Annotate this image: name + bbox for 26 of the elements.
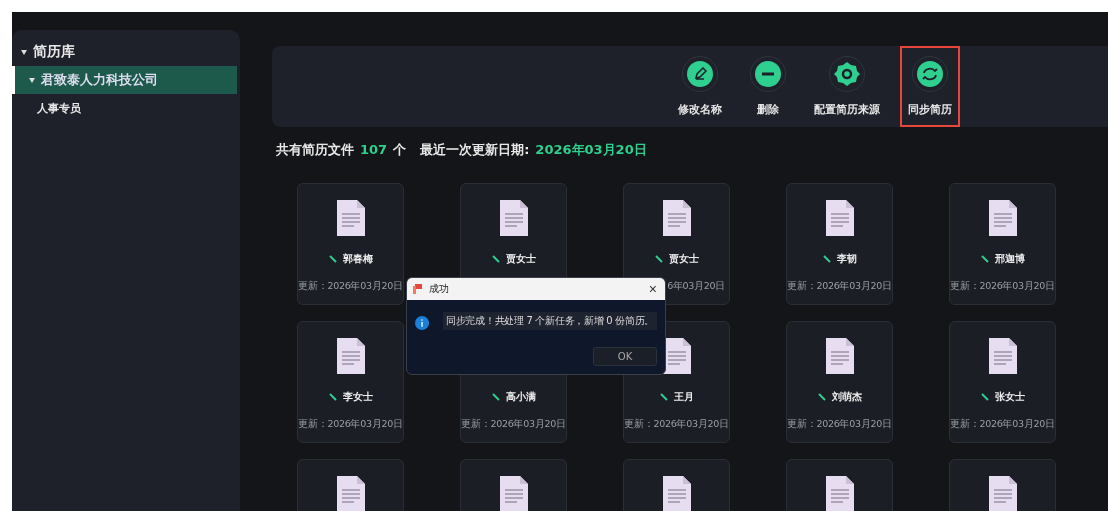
- count-unit: 个: [393, 141, 407, 159]
- dialog-message: 同步完成！共处理 7 个新任务，新增 0 份简历。: [443, 312, 657, 330]
- file-name: 刘萌杰: [831, 390, 862, 404]
- update-date-label: 最近一次更新日期:: [420, 141, 530, 159]
- file-count: 107: [360, 142, 388, 157]
- update-date: 更新：2026年03月20日: [787, 418, 892, 431]
- file-name: 贾女士: [668, 252, 699, 266]
- dialog-title: 成功: [429, 282, 450, 296]
- update-date: 2026年03月20日: [535, 141, 647, 159]
- file-count-label: 共有简历文件: [276, 141, 354, 159]
- update-date: 更新：2026年03月20日: [461, 418, 566, 431]
- update-date: 更新：2026年03月20日: [950, 280, 1055, 293]
- update-date: 6年03月20日: [667, 280, 725, 293]
- file-name: 李韧: [836, 252, 857, 266]
- update-date: 更新：2026年03月20日: [624, 418, 729, 431]
- file-name: 贾女士: [505, 252, 536, 266]
- update-date: 更新：2026年03月20日: [298, 418, 403, 431]
- file-name: 张女士: [994, 390, 1025, 404]
- file-name: 郭春梅: [342, 252, 373, 266]
- file-name: 王月: [673, 390, 694, 404]
- update-date: 更新：2026年03月20日: [298, 280, 403, 293]
- update-date: 更新：2026年03月20日: [787, 280, 892, 293]
- update-date: 更新：2026年03月20日: [950, 418, 1055, 431]
- file-name: 邢迦博: [994, 252, 1025, 266]
- file-name: 李女士: [342, 390, 373, 404]
- file-name: 高小满: [505, 390, 536, 404]
